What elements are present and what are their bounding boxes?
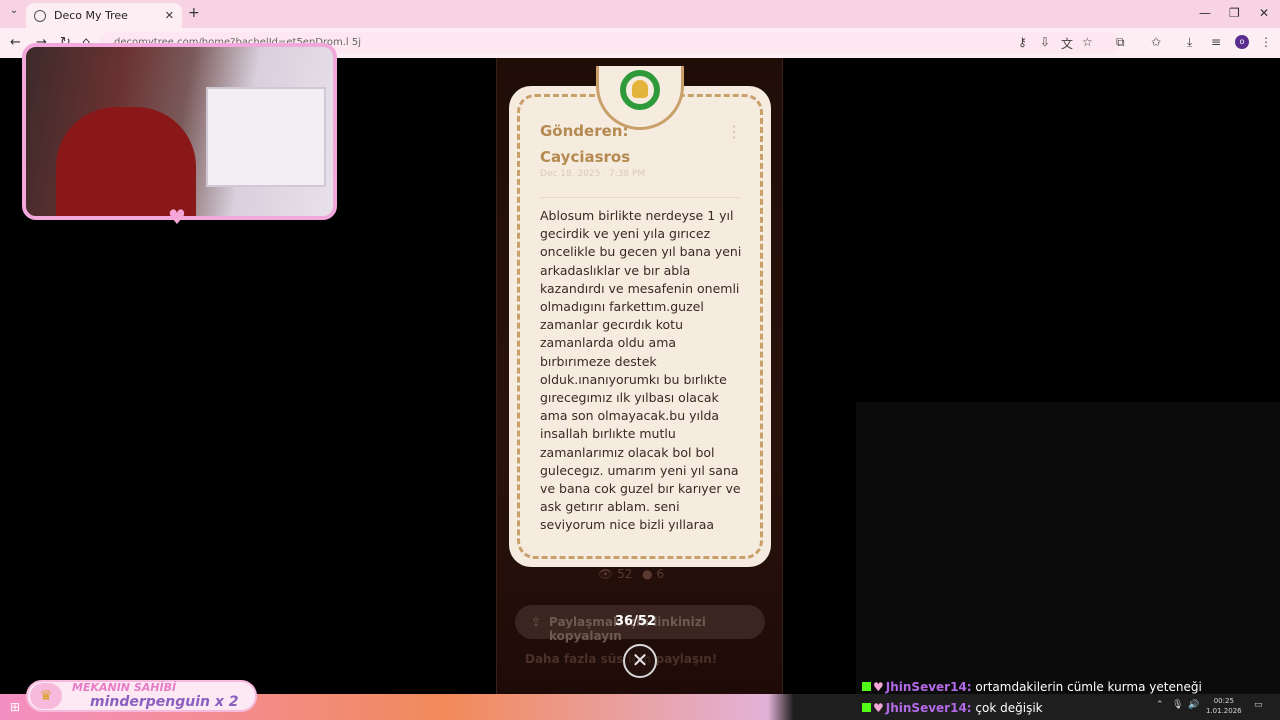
bookmark-star-icon[interactable]: ☆ (1082, 35, 1093, 49)
extensions-icon[interactable]: ⧉ (1116, 35, 1125, 50)
chat-line: ♥ JhinSever14: çok değişik (862, 701, 1043, 715)
stream-panel (856, 402, 1280, 694)
chat-line: ♥ JhinSever14: ortamdakilerin cümle kurma… (862, 680, 1202, 694)
streamer-figure (56, 107, 196, 216)
heart-badge-icon: ♥ (873, 701, 884, 715)
close-viewer-button[interactable]: ✕ (623, 644, 657, 678)
key-icon[interactable]: ⚷ (1018, 35, 1027, 49)
back-button[interactable]: ← (10, 35, 21, 50)
tab-search-button[interactable]: ⌄ (6, 5, 22, 21)
tab-deco-my-tree[interactable]: Deco My Tree ✕ (26, 3, 182, 28)
ornament-icon: ● (642, 567, 653, 581)
views-count: 52 (617, 567, 633, 581)
eye-icon: 👁 (598, 567, 614, 581)
kick-badge-icon (862, 703, 871, 712)
browser-tabstrip: ⌄ Deco My Tree ✕ + — ❐ ✕ (0, 0, 1280, 28)
translate-icon[interactable]: 文 (1061, 35, 1073, 52)
webcam-overlay (22, 43, 337, 220)
windows-start-icon[interactable]: ⊞ (10, 700, 20, 714)
share-hint: Daha fazla süs için paylaşın! (525, 652, 718, 666)
globe-icon (34, 9, 46, 22)
tab-close-button[interactable]: ✕ (165, 9, 174, 22)
tray-chevron-icon[interactable]: ⌃ (1156, 700, 1164, 710)
kick-badge-icon (862, 682, 871, 691)
chat-username: JhinSever14: (885, 701, 972, 715)
more-options-icon[interactable]: ⋮ (726, 122, 742, 141)
page-counter: 36/52 (615, 614, 656, 629)
window-close-button[interactable]: ✕ (1259, 6, 1269, 20)
crown-icon: ♛ (30, 683, 62, 709)
install-icon[interactable]: ⇩ (1040, 35, 1050, 49)
likes-count: 6 (656, 567, 665, 581)
share-icon: ⇪ (531, 615, 542, 629)
message-date: Dec 18, 2025 · 7:38 PM (540, 169, 646, 179)
mic-icon[interactable]: 🎙 (1172, 700, 1183, 710)
chat-username: JhinSever14: (885, 680, 972, 694)
notification-icon[interactable]: ▭ (1254, 700, 1263, 710)
sender-label: Gönderen: (540, 122, 629, 140)
card-divider (540, 197, 740, 198)
system-clock[interactable]: 00:25 1.01.2026 (1206, 696, 1242, 716)
maximize-button[interactable]: ❐ (1229, 6, 1240, 20)
speaker-icon[interactable]: 🔊 (1188, 700, 1199, 710)
stats-row: 👁 52 ● 6 (598, 567, 664, 581)
sender-name: Cayciasros (540, 148, 631, 166)
downloads-icon[interactable]: ⤓ (1187, 35, 1192, 50)
bell-icon (632, 80, 648, 98)
new-tab-button[interactable]: + (188, 5, 200, 21)
minimize-button[interactable]: — (1199, 6, 1211, 20)
menu-icon[interactable]: ⋮ (1260, 35, 1272, 49)
clock-date: 1.01.2026 (1206, 707, 1242, 715)
chat-message: çok değişik (975, 701, 1043, 715)
heart-badge-icon: ♥ (873, 680, 884, 694)
chat-message: ortamdakilerin cümle kurma yeteneği (975, 680, 1202, 694)
media-icon[interactable]: ≡ (1211, 35, 1221, 49)
bookmarks-icon[interactable]: ✩ (1151, 35, 1161, 49)
tab-title: Deco My Tree (54, 9, 128, 22)
owner-name: minderpenguin x 2 (90, 694, 239, 710)
clock-time: 00:25 (1213, 697, 1234, 705)
pc-case (206, 87, 326, 187)
message-body: Ablosum birlikte nerdeyse 1 yıl gecirdik… (540, 208, 742, 533)
heart-icon: ♥ (168, 205, 186, 229)
profile-avatar[interactable]: o (1235, 35, 1249, 49)
owner-title: MEKANIN SAHİBİ (72, 681, 177, 694)
